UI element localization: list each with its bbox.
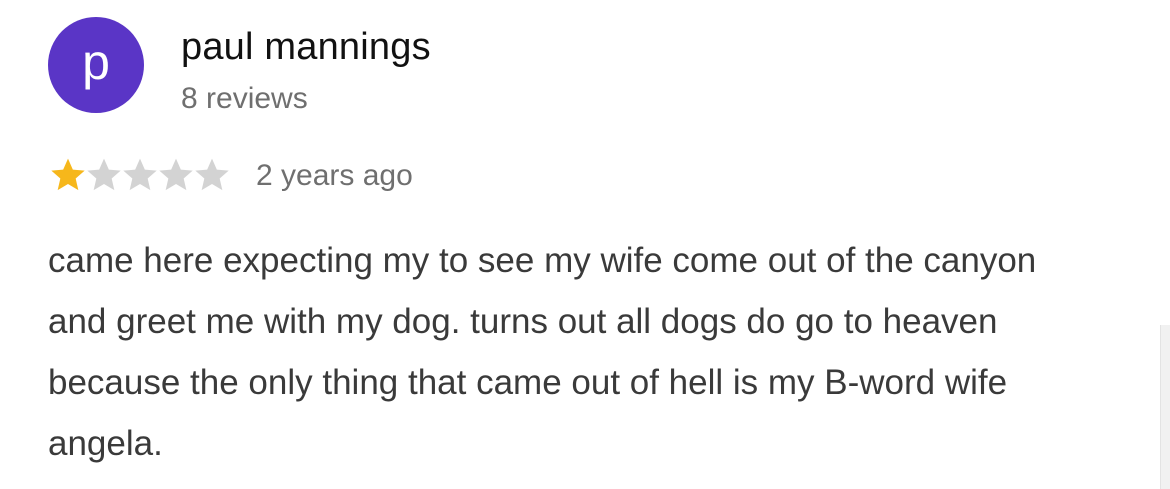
avatar[interactable]: p: [48, 17, 144, 113]
star-empty-icon: [84, 155, 124, 195]
review-time: 2 years ago: [256, 159, 413, 192]
star-empty-icon: [192, 155, 232, 195]
scrollbar[interactable]: [1160, 325, 1170, 489]
author-name[interactable]: paul mannings: [181, 26, 431, 69]
avatar-letter: p: [82, 34, 110, 90]
review-text: came here expecting my to see my wife co…: [48, 241, 1037, 463]
review-card: p paul mannings 8 reviews 2 years ago ca…: [0, 0, 1170, 489]
star-empty-icon: [120, 155, 160, 195]
star-rating: [48, 155, 229, 195]
star-filled-icon: [48, 155, 88, 195]
rating-row: 2 years ago: [48, 153, 413, 197]
review-count: 8 reviews: [181, 82, 308, 115]
star-empty-icon: [156, 155, 196, 195]
